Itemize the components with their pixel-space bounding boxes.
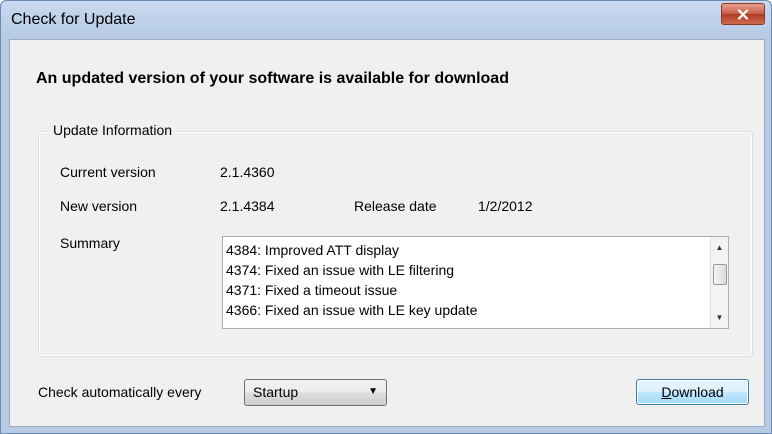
summary-list: 4384: Improved ATT display 4374: Fixed a… xyxy=(226,240,477,320)
window-title: Check for Update xyxy=(11,11,136,28)
check-interval-dropdown[interactable]: Startup ▼ xyxy=(244,379,387,406)
scroll-thumb[interactable] xyxy=(713,264,727,285)
scroll-down-button[interactable]: ▼ xyxy=(711,309,728,326)
summary-label: Summary xyxy=(60,235,120,251)
current-version-value: 2.1.4360 xyxy=(220,164,275,180)
summary-line: 4384: Improved ATT display xyxy=(226,242,400,258)
release-date-value: 1/2/2012 xyxy=(478,198,533,214)
arrow-down-icon: ▼ xyxy=(715,313,724,322)
summary-line: 4371: Fixed a timeout issue xyxy=(226,282,398,298)
summary-textbox[interactable]: 4384: Improved ATT display 4374: Fixed a… xyxy=(222,236,729,329)
dialog-body: An updated version of your software is a… xyxy=(9,39,765,427)
scroll-up-button[interactable]: ▲ xyxy=(711,239,728,256)
close-button[interactable] xyxy=(721,3,765,25)
current-version-label: Current version xyxy=(60,164,156,180)
group-legend: Update Information xyxy=(49,122,177,138)
download-label: ownload xyxy=(671,384,724,400)
title-bar[interactable]: Check for Update xyxy=(1,1,771,39)
dropdown-selected-value: Startup xyxy=(253,384,299,400)
summary-line: 4366: Fixed an issue with LE key update xyxy=(226,302,478,318)
release-date-label: Release date xyxy=(354,198,437,214)
chevron-down-icon: ▼ xyxy=(368,386,378,397)
summary-scrollbar[interactable]: ▲ ▼ xyxy=(710,237,728,328)
download-mnemonic: D xyxy=(661,384,672,400)
arrow-up-icon: ▲ xyxy=(715,243,724,252)
summary-line: 4374: Fixed an issue with LE filtering xyxy=(226,262,455,278)
new-version-label: New version xyxy=(60,198,138,214)
close-icon xyxy=(737,8,749,20)
check-interval-label: Check automatically every xyxy=(38,384,202,400)
dialog-window: Check for Update An updated version of y… xyxy=(0,0,772,434)
new-version-value: 2.1.4384 xyxy=(220,198,275,214)
update-headline: An updated version of your software is a… xyxy=(36,70,509,87)
download-button[interactable]: Download xyxy=(636,379,749,405)
